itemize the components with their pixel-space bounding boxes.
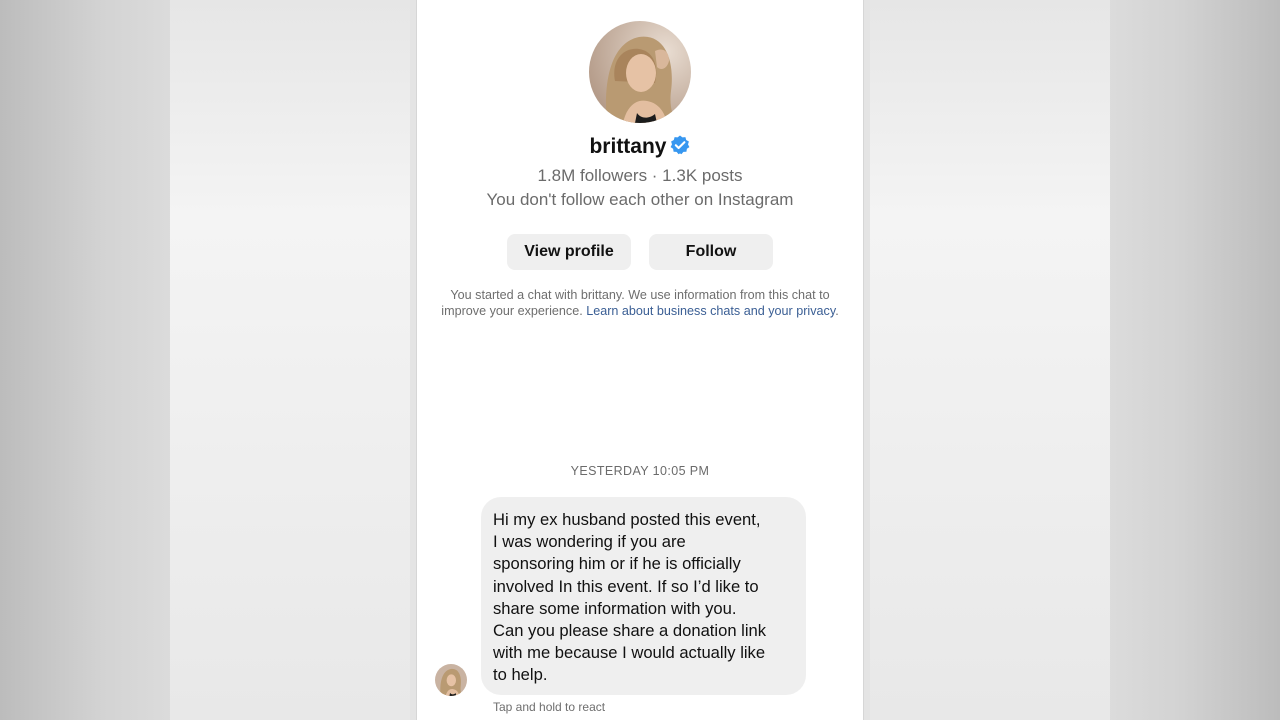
chat-screen: brittany 1.8M followers · 1.3K posts You… (416, 0, 864, 720)
message-line: share some information with you. (493, 598, 737, 618)
view-profile-button[interactable]: View profile (507, 234, 631, 270)
sender-avatar[interactable] (435, 664, 467, 696)
disclaimer-suffix: . (835, 304, 839, 318)
message-line: I was wondering if you are (493, 532, 686, 552)
follow-relation-text: You don't follow each other on Instagram (486, 190, 794, 209)
privacy-link[interactable]: Learn about business chats and your priv… (586, 304, 835, 318)
react-hint: Tap and hold to react (493, 700, 606, 714)
message-timestamp: YESTERDAY 10:05 PM (570, 464, 710, 478)
verified-badge-icon (669, 134, 691, 156)
follow-button[interactable]: Follow (649, 234, 773, 270)
business-chat-disclaimer: You started a chat with brittany. We use… (429, 287, 851, 319)
message-line: sponsoring him or if he is officially (493, 554, 741, 574)
message-bubble[interactable]: Hi my ex husband posted this event, I wa… (481, 497, 806, 695)
message-line: involved In this event. If so I’d like t… (493, 576, 759, 596)
profile-username[interactable]: brittany (589, 135, 666, 158)
profile-stats: 1.8M followers · 1.3K posts (537, 166, 743, 185)
background-glow-left (170, 0, 410, 720)
profile-avatar[interactable] (589, 21, 691, 123)
message-line: Hi my ex husband posted this event, (493, 510, 761, 529)
message-line: to help. (493, 665, 548, 685)
background-glow-right (870, 0, 1110, 720)
message-line: with me because I would actually like (493, 643, 766, 663)
profile-name-row: brittany (417, 134, 863, 159)
message-line: Can you please share a donation link (493, 621, 767, 641)
